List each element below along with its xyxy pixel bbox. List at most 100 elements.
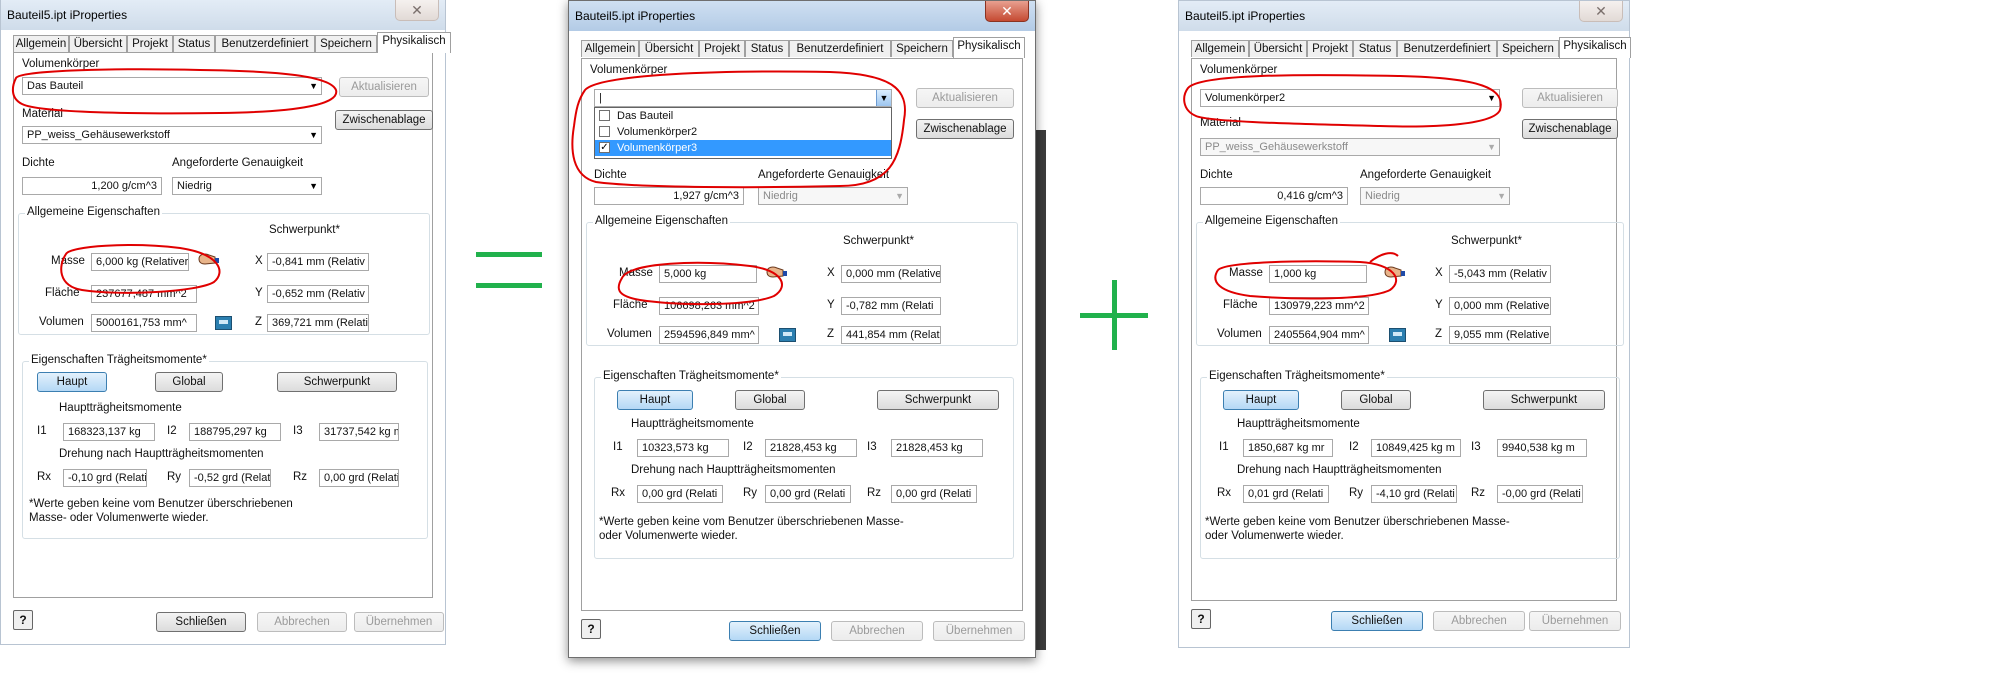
schwerpunkt-z-field[interactable]: 441,854 mm (Relati <box>841 326 941 344</box>
hand-icon[interactable] <box>763 263 791 281</box>
tab-status[interactable]: Status <box>1353 40 1397 57</box>
rx-field[interactable]: 0,01 grd (Relati <box>1243 485 1329 503</box>
schwerpunkt-x-field[interactable]: -0,841 mm (Relativ <box>267 253 369 271</box>
hand-icon[interactable] <box>195 250 223 268</box>
tab-projekt[interactable]: Projekt <box>699 40 745 57</box>
i3-field[interactable]: 9940,538 kg m <box>1497 439 1587 457</box>
ry-field[interactable]: -0,52 grd (Relati <box>189 469 271 487</box>
schliessen-button[interactable]: Schließen <box>156 612 246 632</box>
masse-field[interactable]: 1,000 kg <box>1269 265 1367 283</box>
tab-speichern[interactable]: Speichern <box>891 40 953 57</box>
volumenkoerper-select[interactable]: Das Bauteil ▼ <box>22 77 322 95</box>
global-button[interactable]: Global <box>155 372 223 392</box>
global-button[interactable]: Global <box>735 390 805 410</box>
haupt-button[interactable]: Haupt <box>37 372 107 392</box>
tab-benutzerdefiniert[interactable]: Benutzerdefiniert <box>1397 40 1497 57</box>
rz-field[interactable]: 0,00 grd (Relati <box>891 485 977 503</box>
tab-status[interactable]: Status <box>745 40 789 57</box>
i2-field[interactable]: 21828,453 kg <box>765 439 857 457</box>
dropdown-item-das-bauteil[interactable]: Das Bauteil <box>595 108 891 124</box>
checkbox[interactable] <box>599 110 610 121</box>
aktualisieren-button[interactable]: Aktualisieren <box>339 77 429 97</box>
uebernehmen-button[interactable]: Übernehmen <box>354 612 444 632</box>
copy-icon[interactable] <box>1389 328 1406 342</box>
dichte-field[interactable]: 1,927 g/cm^3 <box>594 187 744 205</box>
zwischenablage-button[interactable]: Zwischenablage <box>1522 119 1618 139</box>
i3-field[interactable]: 31737,542 kg m <box>319 423 399 441</box>
i1-field[interactable]: 168323,137 kg <box>63 423 155 441</box>
help-icon[interactable]: ? <box>13 610 33 630</box>
genauigkeit-select[interactable]: Niedrig ▼ <box>758 187 908 205</box>
flaeche-field[interactable]: 106698,263 mm^2 <box>659 297 759 315</box>
dichte-field[interactable]: 0,416 g/cm^3 <box>1200 187 1348 205</box>
checkbox[interactable] <box>599 126 610 137</box>
schliessen-button[interactable]: Schließen <box>729 621 821 641</box>
tab-projekt[interactable]: Projekt <box>127 35 173 52</box>
volumen-field[interactable]: 2405564,904 mm^ <box>1269 326 1369 344</box>
hand-icon[interactable] <box>1381 263 1409 281</box>
uebernehmen-button[interactable]: Übernehmen <box>1529 611 1621 631</box>
flaeche-field[interactable]: 237677,487 mm^2 <box>91 285 197 303</box>
abbrechen-button[interactable]: Abbrechen <box>831 621 923 641</box>
tab-benutzerdefiniert[interactable]: Benutzerdefiniert <box>215 35 315 52</box>
help-icon[interactable]: ? <box>581 619 601 639</box>
i2-field[interactable]: 10849,425 kg m <box>1371 439 1461 457</box>
close-icon[interactable]: ✕ <box>985 1 1029 22</box>
rx-field[interactable]: 0,00 grd (Relati <box>637 485 723 503</box>
genauigkeit-select[interactable]: Niedrig ▼ <box>172 177 322 195</box>
genauigkeit-select[interactable]: Niedrig ▼ <box>1360 187 1510 205</box>
schwerpunkt-button[interactable]: Schwerpunkt <box>1483 390 1605 410</box>
schwerpunkt-y-field[interactable]: -0,782 mm (Relati <box>841 297 941 315</box>
zwischenablage-button[interactable]: Zwischenablage <box>335 110 433 130</box>
help-icon[interactable]: ? <box>1191 609 1211 629</box>
schwerpunkt-y-field[interactable]: -0,652 mm (Relativ <box>267 285 369 303</box>
i1-field[interactable]: 10323,573 kg <box>637 439 729 457</box>
ry-field[interactable]: 0,00 grd (Relati <box>765 485 851 503</box>
dropdown-item-volumenkoerper3[interactable]: ✓ Volumenkörper3 <box>595 140 891 156</box>
abbrechen-button[interactable]: Abbrechen <box>1433 611 1525 631</box>
tab-allgemein[interactable]: Allgemein <box>581 40 639 57</box>
abbrechen-button[interactable]: Abbrechen <box>257 612 347 632</box>
masse-field[interactable]: 5,000 kg <box>659 265 757 283</box>
i3-field[interactable]: 21828,453 kg <box>891 439 983 457</box>
material-select[interactable]: PP_weiss_Gehäusewerkstoff ▼ <box>22 126 322 144</box>
volumen-field[interactable]: 5000161,753 mm^ <box>91 314 197 332</box>
copy-icon[interactable] <box>779 328 796 342</box>
material-select[interactable]: PP_weiss_Gehäusewerkstoff ▼ <box>1200 138 1500 156</box>
tab-speichern[interactable]: Speichern <box>315 35 377 52</box>
flaeche-field[interactable]: 130979,223 mm^2 <box>1269 297 1369 315</box>
copy-icon[interactable] <box>215 316 232 330</box>
ry-field[interactable]: -4,10 grd (Relati <box>1371 485 1457 503</box>
tab-speichern[interactable]: Speichern <box>1497 40 1559 57</box>
schwerpunkt-button[interactable]: Schwerpunkt <box>277 372 397 392</box>
tab-physikalisch[interactable]: Physikalisch <box>377 32 451 53</box>
masse-field[interactable]: 6,000 kg (Relativer <box>91 253 189 271</box>
volumen-field[interactable]: 2594596,849 mm^ <box>659 326 759 344</box>
tab-physikalisch[interactable]: Physikalisch <box>953 37 1025 58</box>
schwerpunkt-z-field[interactable]: 9,055 mm (Relative <box>1449 326 1551 344</box>
tab-status[interactable]: Status <box>173 35 215 52</box>
tab-physikalisch[interactable]: Physikalisch <box>1559 37 1631 58</box>
uebernehmen-button[interactable]: Übernehmen <box>933 621 1025 641</box>
schwerpunkt-z-field[interactable]: 369,721 mm (Relati <box>267 314 369 332</box>
dichte-field[interactable]: 1,200 g/cm^3 <box>22 177 162 195</box>
aktualisieren-button[interactable]: Aktualisieren <box>1522 88 1618 108</box>
i1-field[interactable]: 1850,687 kg mr <box>1243 439 1333 457</box>
checkmark-icon[interactable]: ✓ <box>599 142 610 153</box>
haupt-button[interactable]: Haupt <box>1223 390 1299 410</box>
schwerpunkt-x-field[interactable]: 0,000 mm (Relative <box>841 265 941 283</box>
close-icon[interactable]: ✕ <box>395 0 439 21</box>
schwerpunkt-x-field[interactable]: -5,043 mm (Relativ <box>1449 265 1551 283</box>
aktualisieren-button[interactable]: Aktualisieren <box>916 88 1014 108</box>
rz-field[interactable]: 0,00 grd (Relati <box>319 469 399 487</box>
rz-field[interactable]: -0,00 grd (Relati <box>1497 485 1583 503</box>
schwerpunkt-y-field[interactable]: 0,000 mm (Relative <box>1449 297 1551 315</box>
tab-uebersicht[interactable]: Übersicht <box>69 35 127 52</box>
volumenkoerper-select[interactable]: Volumenkörper2 ▼ <box>1200 89 1500 107</box>
tab-uebersicht[interactable]: Übersicht <box>639 40 699 57</box>
global-button[interactable]: Global <box>1341 390 1411 410</box>
tab-projekt[interactable]: Projekt <box>1307 40 1353 57</box>
schliessen-button[interactable]: Schließen <box>1331 611 1423 631</box>
schwerpunkt-button[interactable]: Schwerpunkt <box>877 390 999 410</box>
close-icon[interactable]: ✕ <box>1579 1 1623 22</box>
